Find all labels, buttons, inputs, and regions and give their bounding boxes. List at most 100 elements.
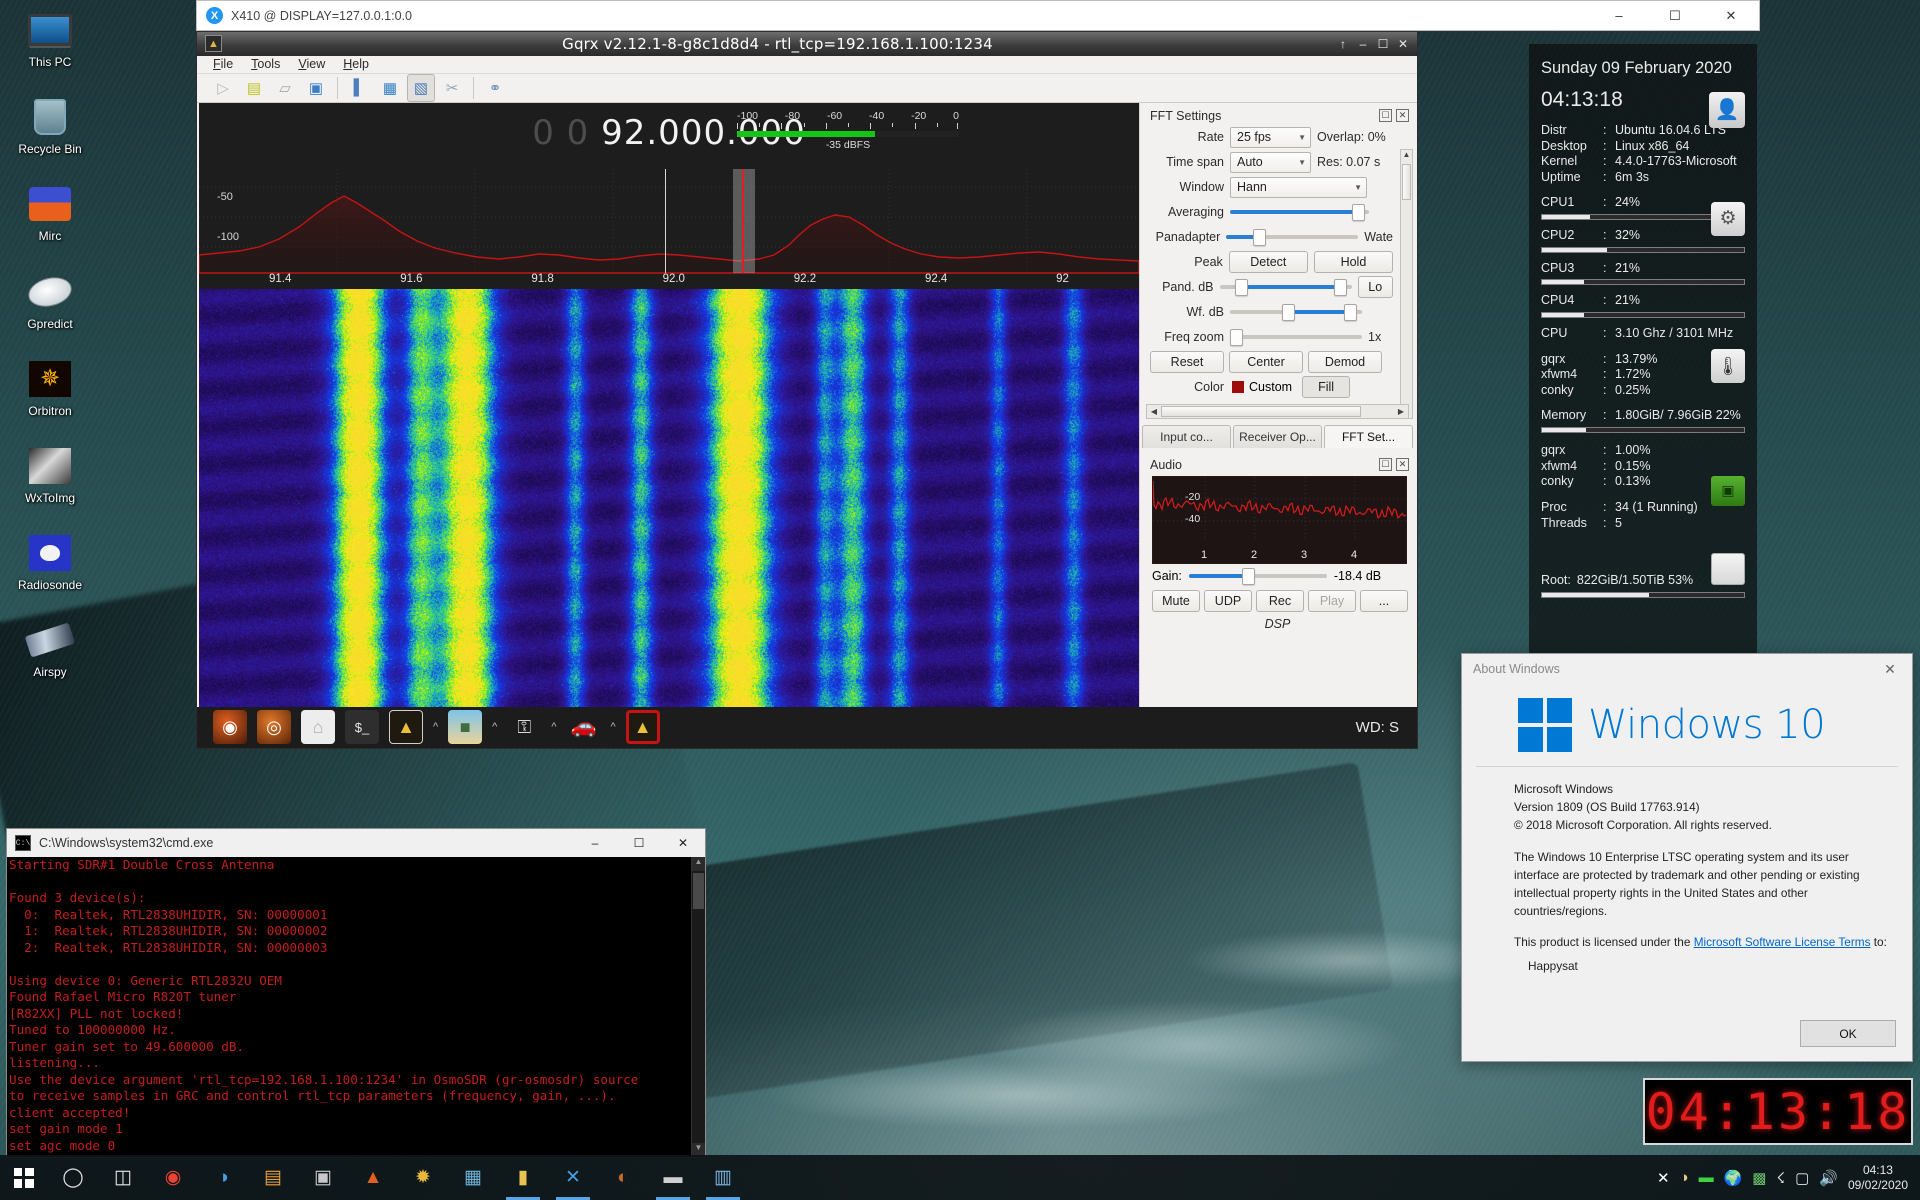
x410-tray-icon[interactable]: ✕ [1657,1169,1670,1187]
wxtoimg-icon[interactable]: ▦ [448,1155,498,1200]
license-terms-link[interactable]: Microsoft Software License Terms [1694,935,1871,949]
fill-button[interactable]: Fill [1302,376,1350,398]
desktop-icon-radiosonde[interactable]: Radiosonde [0,531,100,592]
frequency-display[interactable]: 0 0 92.000.000 [199,113,1139,153]
files-icon[interactable]: ⌂ [301,710,335,744]
gqrx-maximize-button[interactable]: ☐ [1373,34,1393,54]
folder-icon[interactable]: ▮ [498,1155,548,1200]
gqrx-minimize-button[interactable]: – [1353,34,1373,54]
chevron-up-icon[interactable]: ^ [492,721,497,733]
desktop-icon-gpredict[interactable]: Gpredict [0,270,100,331]
volume-tray-icon[interactable]: 🔊 [1819,1169,1838,1187]
record-iq-button[interactable]: ▤ [240,74,268,102]
gqrx-icon[interactable]: ▲ [389,710,423,744]
rainbow-tray-icon[interactable]: ▬ [1699,1169,1714,1186]
fft-settings-scrollbar[interactable]: ▲ [1400,149,1413,419]
menu-help[interactable]: Help [343,57,369,71]
ubuntu-ring-icon[interactable]: ◎ [257,710,291,744]
ok-button[interactable]: OK [1800,1020,1896,1047]
gqrx-active-icon[interactable]: ▲ [626,710,660,744]
firefox-icon[interactable]: ◑ [198,1155,248,1200]
chevron-up-icon[interactable]: ^ [551,721,556,733]
peak-detect-button[interactable]: Detect [1229,251,1308,273]
cmd-minimize-button[interactable]: – [573,829,617,857]
tuner-cursor-line[interactable] [665,169,666,273]
car-icon[interactable]: 🚗 [567,710,601,744]
scrollbar-thumb[interactable] [693,873,704,909]
mute-button[interactable]: Mute [1152,590,1200,612]
rec-button[interactable]: Rec [1256,590,1304,612]
cmd-close-button[interactable]: ✕ [661,829,705,857]
custom-color-toggle[interactable]: Custom [1232,380,1292,394]
map-icon[interactable]: ■ [448,710,482,744]
ubuntu-icon[interactable]: ◉ [213,710,247,744]
gqrx-close-button[interactable]: ✕ [1393,34,1413,54]
taskbar-clock[interactable]: 04:13 09/02/2020 [1848,1163,1908,1192]
cmd-maximize-button[interactable]: ☐ [617,829,661,857]
remote-control-button[interactable]: ▧ [407,74,435,102]
about-windows-titlebar[interactable]: About Windows ✕ [1462,654,1912,684]
freq-zoom-slider[interactable] [1230,327,1362,348]
tool-icon[interactable]: ⚿ [507,710,541,744]
chevron-up-icon[interactable]: ^ [433,721,438,733]
search-icon[interactable]: ◯ [48,1155,98,1200]
moon-tray-icon[interactable]: ◑ [1680,1169,1689,1186]
x410-maximize-button[interactable]: ☐ [1647,0,1703,31]
udp-button[interactable]: UDP [1204,590,1252,612]
scroll-up-icon[interactable]: ▲ [692,857,705,871]
gqrx-window-icon[interactable]: ▥ [698,1155,748,1200]
terminal-icon[interactable]: $_ [345,710,379,744]
scroll-right-icon[interactable]: ▶ [1394,407,1408,416]
waterfall-display[interactable] [199,289,1139,707]
mirc-icon[interactable]: ▲ [348,1155,398,1200]
fft-averaging-slider[interactable] [1230,202,1369,223]
orbitron-icon[interactable]: ✹ [398,1155,448,1200]
desktop-icon-this-pc[interactable]: This PC [0,8,100,69]
center-button[interactable]: Center [1229,351,1303,373]
scrollbar-thumb[interactable] [1402,164,1411,200]
gpredict-icon[interactable]: ◐ [598,1155,648,1200]
close-panel-icon[interactable]: ✕ [1396,458,1409,471]
desktop-icon-orbitron[interactable]: ✵ Orbitron [0,357,100,418]
cmd-titlebar[interactable]: C:\ C:\Windows\system32\cmd.exe – ☐ ✕ [7,829,705,857]
start-dsp-button[interactable]: ▷ [209,74,237,102]
float-panel-icon[interactable]: ☐ [1379,109,1392,122]
chevron-up-icon[interactable]: ^ [611,721,616,733]
fft-timespan-select[interactable]: Auto ▼ [1230,152,1311,173]
desktop-icon-wxtoimg[interactable]: WxToImg [0,444,100,505]
open-file-button[interactable]: ▱ [271,74,299,102]
usb-tray-icon[interactable]: ☇ [1776,1169,1785,1187]
fft-settings-hscrollbar[interactable]: ◀ ▶ [1146,404,1409,419]
pand-db-range-slider[interactable] [1220,277,1352,298]
config-button[interactable]: ✂ [438,74,466,102]
desktop-icon-airspy[interactable]: Airspy [0,618,100,679]
play-button[interactable]: Play [1308,590,1356,612]
close-panel-icon[interactable]: ✕ [1396,109,1409,122]
terminal-icon[interactable]: ▣ [298,1155,348,1200]
tab-receiver-options[interactable]: Receiver Op... [1233,425,1322,448]
x410-close-button[interactable]: ✕ [1703,0,1759,31]
task-view-icon[interactable]: ◫ [98,1155,148,1200]
wf-db-range-slider[interactable] [1230,302,1362,323]
audio-gain-slider[interactable] [1189,566,1327,587]
save-button[interactable]: ▣ [302,74,330,102]
menu-tools[interactable]: Tools [251,57,280,71]
reset-button[interactable]: Reset [1150,351,1224,373]
cmd-scrollbar[interactable]: ▲ ▼ [691,857,705,1157]
audio-spectrum-plot[interactable]: -20 -40 1 2 3 4 [1152,476,1407,564]
fft-rate-select[interactable]: 25 fps ▼ [1230,127,1311,148]
demod-button[interactable]: Demod [1308,351,1382,373]
cmd-icon[interactable]: ▬ [648,1155,698,1200]
bookmarks-button[interactable]: ▌ [345,74,373,102]
network-tray-icon[interactable]: ▢ [1795,1169,1809,1187]
x410-minimize-button[interactable]: – [1591,0,1647,31]
gqrx-shade-button[interactable]: ↑ [1333,34,1353,54]
desktop-icon-mirc[interactable]: Mirc [0,182,100,243]
spectrum-panel[interactable]: 0 0 92.000.000 -100 -80 -60 -40 -20 0 -3… [199,103,1139,289]
spectrum-plot[interactable]: -50 -100 91.4 91.6 91.8 92.0 92.2 92.4 9… [199,169,1139,289]
map-tray-icon[interactable]: ▩ [1752,1169,1766,1187]
hscrollbar-thumb[interactable] [1161,406,1361,417]
cmd-console-body[interactable]: Starting SDR#1 Double Cross Antenna Foun… [7,857,705,1157]
tab-fft-settings[interactable]: FFT Set... [1324,425,1413,448]
close-icon[interactable]: ✕ [1868,654,1912,684]
